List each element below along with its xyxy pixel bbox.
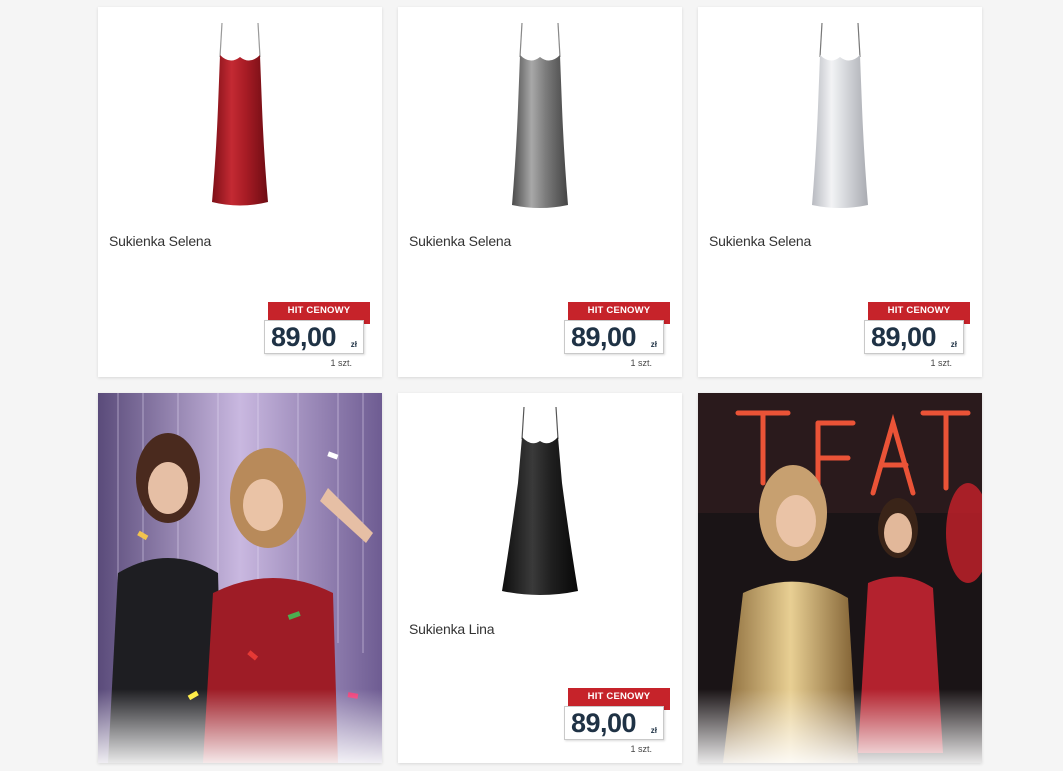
product-card[interactable]: Sukienka Selena HIT CENOWY 89,00 zł 1 sz… <box>98 7 382 377</box>
price-value: 89,00 <box>271 322 337 352</box>
grey-dress-image[interactable] <box>490 17 590 217</box>
price-tag: 89,00 zł <box>564 320 664 354</box>
unit-label: 1 szt. <box>630 358 652 368</box>
product-grid: Sukienka Selena HIT CENOWY 89,00 zł 1 sz… <box>0 0 1063 771</box>
unit-label: 1 szt. <box>630 744 652 754</box>
product-card[interactable]: Sukienka Selena HIT CENOWY 89,00 zł 1 sz… <box>698 7 982 377</box>
price-value: 89,00 <box>571 322 637 352</box>
price-tag: 89,00 zł <box>864 320 964 354</box>
price-tag: 89,00 zł <box>564 706 664 740</box>
product-name[interactable]: Sukienka Selena <box>109 233 211 249</box>
lifestyle-photo-card <box>98 393 382 763</box>
price-tag: 89,00 zł <box>264 320 364 354</box>
product-name[interactable]: Sukienka Selena <box>409 233 511 249</box>
product-name[interactable]: Sukienka Selena <box>709 233 811 249</box>
party-photo-image <box>98 393 382 763</box>
price-currency: zł <box>650 340 657 349</box>
price-currency: zł <box>650 726 657 735</box>
unit-label: 1 szt. <box>930 358 952 368</box>
price-currency: zł <box>350 340 357 349</box>
unit-label: 1 szt. <box>330 358 352 368</box>
product-card[interactable]: Sukienka Selena HIT CENOWY 89,00 zł 1 sz… <box>398 7 682 377</box>
price-currency: zł <box>950 340 957 349</box>
red-dress-image[interactable] <box>190 17 290 217</box>
neon-party-photo-image <box>698 393 982 763</box>
product-card[interactable]: Sukienka Lina HIT CENOWY 89,00 zł 1 szt. <box>398 393 682 763</box>
lifestyle-photo-card <box>698 393 982 763</box>
product-name[interactable]: Sukienka Lina <box>409 621 495 637</box>
silver-dress-image[interactable] <box>790 17 890 217</box>
price-value: 89,00 <box>571 708 637 738</box>
black-dress-image[interactable] <box>490 403 590 603</box>
price-value: 89,00 <box>871 322 937 352</box>
